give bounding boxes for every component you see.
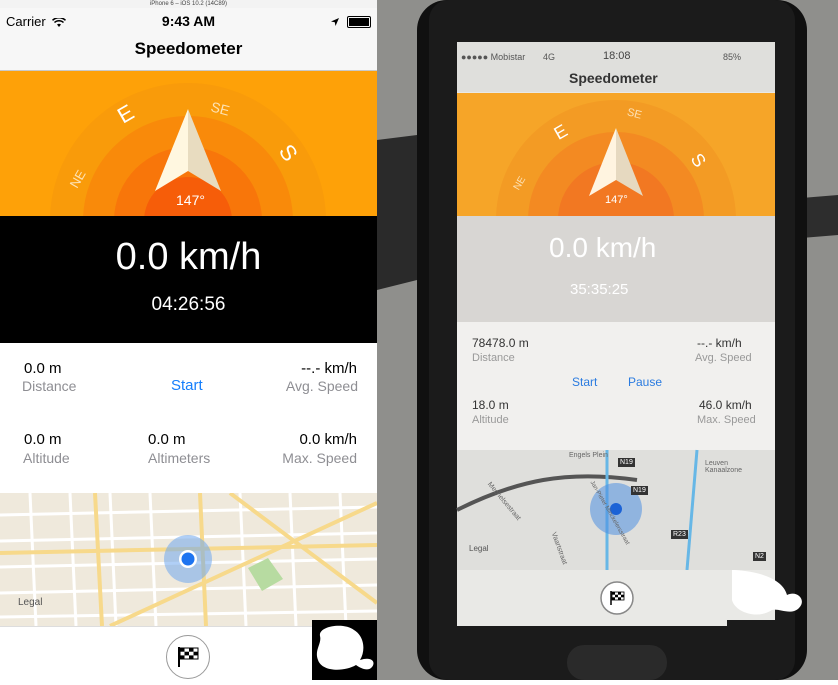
photo-compass-e: E: [550, 120, 571, 144]
photo-street-5: Leuven Kanaalzone: [705, 460, 742, 474]
photo-street-4: Jan-Pieter Minckelersstraat: [588, 480, 631, 546]
speed-panel: 0.0 km/h 04:26:56: [0, 216, 377, 343]
altimeters-value: 0.0 m: [148, 431, 186, 448]
photo-road-badge-4: N2: [753, 552, 766, 561]
photo-max-value: 46.0 km/h: [699, 398, 752, 412]
photo-elapsed: 35:35:25: [570, 281, 629, 298]
battery-icon: [347, 15, 371, 28]
status-time: 9:43 AM: [161, 13, 216, 29]
finish-flag-button[interactable]: [166, 635, 210, 679]
photo-battery: 85%: [723, 52, 742, 62]
map-legal-link[interactable]: Legal: [18, 597, 42, 608]
status-right: [330, 14, 371, 28]
photo-screen-content: ●●●●● Mobistar 4G 18:08 85% Speedometer …: [377, 0, 838, 680]
simulator-screen: iPhone 6 – iOS 10.2 (14C89) Carrier 9:43…: [0, 0, 377, 680]
stats-panel: 0.0 m Distance Start --.- km/h Avg. Spee…: [0, 343, 377, 493]
status-bar: Carrier 9:43 AM: [0, 8, 377, 32]
photo-road-badge-2: N19: [631, 486, 648, 495]
photo-checkered-flag-icon: [610, 591, 625, 605]
compass-panel: NE E SE S 147°: [0, 71, 377, 216]
altitude-label: Altitude: [23, 450, 70, 466]
altimeters-label: Altimeters: [148, 450, 211, 466]
photo-nav-title: Speedometer: [569, 70, 658, 86]
start-button[interactable]: Start: [171, 377, 203, 394]
checkered-flag-icon: [178, 647, 199, 667]
photo-street-2: Mechelsestraat: [485, 481, 522, 522]
photo-distance-label: Distance: [472, 352, 515, 364]
altitude-value: 0.0 m: [24, 431, 62, 448]
elapsed-time: 04:26:56: [151, 294, 226, 315]
photo-street-3: Vaartstraat: [549, 531, 568, 566]
photo-street-1: Engels Plein: [569, 452, 608, 459]
photo-compass-heading: 147°: [605, 194, 628, 206]
photo-avg-label: Avg. Speed: [695, 352, 752, 364]
photo-start-button[interactable]: Start: [572, 375, 597, 389]
photo-network: 4G: [543, 52, 556, 62]
photo-carrier: ●●●●● Mobistar: [461, 52, 526, 62]
device-photo: ●●●●● Mobistar 4G 18:08 85% Speedometer …: [377, 0, 838, 680]
photo-road-badge-3: R23: [671, 530, 688, 539]
photo-altitude-value: 18.0 m: [472, 398, 509, 412]
photo-pause-button[interactable]: Pause: [628, 375, 662, 389]
photo-altitude-label: Altitude: [472, 414, 509, 426]
photo-distance-value: 78478.0 m: [472, 336, 529, 350]
photo-compass-ne: NE: [511, 174, 529, 193]
map-graphic: [0, 493, 377, 626]
current-speed: 0.0 km/h: [115, 236, 262, 278]
photo-compass-s: S: [686, 149, 711, 171]
current-location-icon: [181, 552, 195, 566]
navigation-bar: Speedometer: [0, 32, 377, 71]
compass-heading: 147°: [176, 192, 205, 208]
simulator-window-title: iPhone 6 – iOS 10.2 (14C89): [0, 0, 377, 8]
photo-road-badge-1: N19: [618, 458, 635, 467]
photo-speed: 0.0 km/h: [549, 232, 657, 263]
nav-title: Speedometer: [134, 39, 243, 58]
photo-compass-se: SE: [625, 106, 643, 122]
redaction-blob: [312, 620, 377, 680]
location-arrow-icon: [330, 17, 339, 26]
max-speed-value: 0.0 km/h: [299, 431, 357, 448]
distance-label: Distance: [22, 378, 77, 394]
map-view[interactable]: Legal: [0, 493, 377, 626]
photo-avg-value: --.- km/h: [697, 336, 742, 350]
photo-max-label: Max. Speed: [697, 414, 756, 426]
compass-graphic: NE E SE S 147°: [50, 83, 326, 216]
photo-map-legal: Legal: [469, 544, 489, 553]
blob-shape: [316, 625, 374, 670]
photo-time: 18:08: [603, 50, 631, 62]
distance-value: 0.0 m: [24, 360, 62, 377]
max-speed-label: Max. Speed: [282, 450, 357, 466]
avg-speed-value: --.- km/h: [301, 360, 357, 377]
avg-speed-label: Avg. Speed: [285, 378, 358, 394]
